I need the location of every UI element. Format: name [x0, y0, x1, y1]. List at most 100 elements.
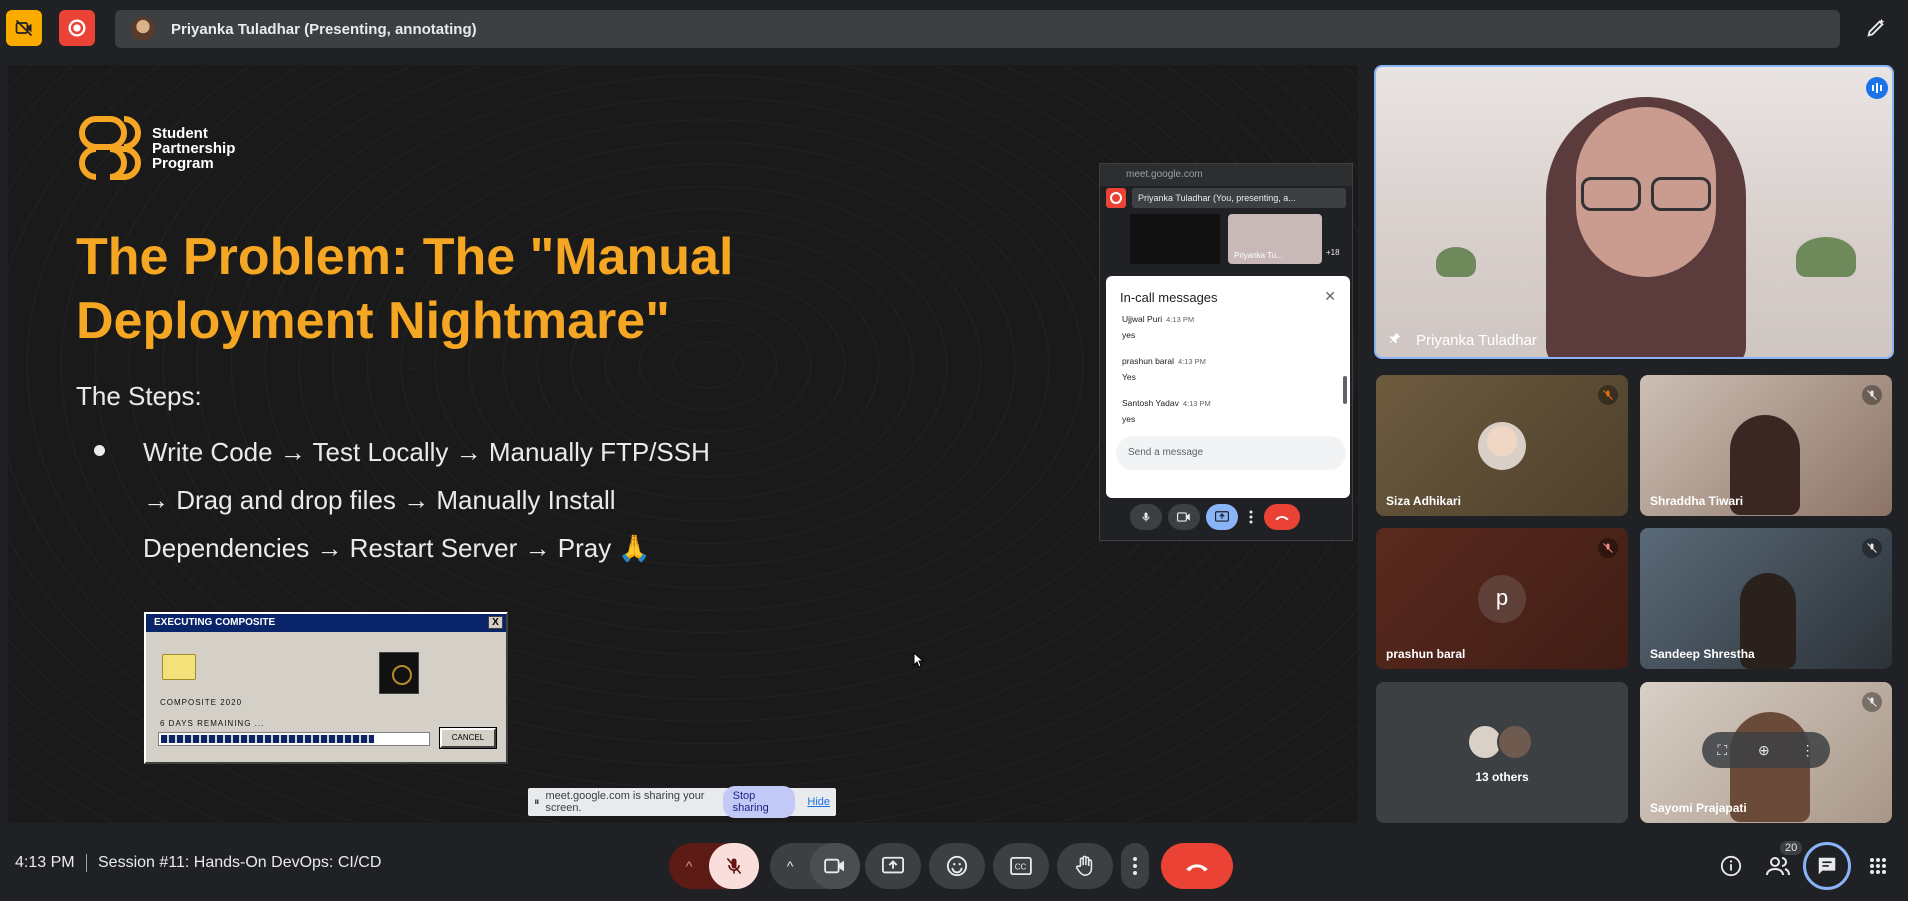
more-options-button[interactable]	[1121, 843, 1149, 889]
screen-share-bar: ⏸ meet.google.com is sharing your screen…	[528, 786, 836, 818]
mini-more-icon	[1244, 504, 1258, 530]
others-count: 13 others	[1475, 770, 1529, 784]
raise-hand-button[interactable]	[1057, 843, 1113, 889]
folder-icon	[162, 654, 196, 680]
mini-thumb-count: +18	[1326, 248, 1340, 257]
mic-off-icon	[1862, 692, 1882, 712]
captions-icon: CC	[1010, 857, 1032, 875]
mini-thumb-name: Priyanka Tu...	[1234, 251, 1283, 260]
camera-control: ^	[770, 843, 860, 889]
popup-composite-text: COMPOSITE 2020	[160, 698, 243, 707]
emoji-icon	[946, 855, 968, 877]
popup-title: EXECUTING COMPOSITE X	[146, 614, 506, 632]
participant-name: Siza Adhikari	[1386, 494, 1461, 508]
slide-title: The Problem: The "Manual Deployment Nigh…	[76, 225, 836, 353]
recording-icon[interactable]	[59, 10, 95, 46]
mini-end-call-icon	[1264, 504, 1300, 530]
plant-left	[1436, 247, 1476, 277]
chat-button[interactable]	[1803, 842, 1851, 890]
hide-button[interactable]: Hide	[807, 796, 830, 808]
participant-tile[interactable]: Shraddha Tiwari	[1640, 375, 1892, 516]
participant-name: Shraddha Tiwari	[1650, 494, 1744, 508]
mini-meet-window: meet.google.com Priyanka Tuladhar (You, …	[1099, 163, 1353, 541]
activities-button[interactable]	[1862, 850, 1894, 882]
leave-call-button[interactable]	[1161, 843, 1233, 889]
mini-camera-icon	[1168, 504, 1200, 530]
mini-mic-icon	[1130, 504, 1162, 530]
bullet-line-3: Dependencies → Restart Server → Pray 🙏	[143, 533, 651, 563]
annotate-pen-icon[interactable]	[1858, 10, 1894, 46]
participant-name: Sandeep Shrestha	[1650, 647, 1755, 661]
mini-slide-thumb	[1130, 214, 1220, 264]
presenter-avatar	[131, 17, 155, 41]
add-tile-icon[interactable]: ⊕	[1758, 742, 1770, 759]
top-bar: Priyanka Tuladhar (Presenting, annotatin…	[0, 0, 1908, 58]
captions-button[interactable]: CC	[993, 843, 1049, 889]
participant-avatar: p	[1478, 575, 1526, 623]
camera-off-icon[interactable]	[6, 10, 42, 46]
chat-icon	[1818, 857, 1836, 875]
pause-icon: ⏸	[534, 795, 540, 808]
more-vert-icon[interactable]: ⋮	[1801, 742, 1815, 759]
presenter-glasses-right	[1651, 177, 1711, 211]
chat-author: Ujjwal Puri	[1122, 314, 1163, 324]
mini-url: meet.google.com	[1126, 169, 1203, 180]
chat-author: prashun baral	[1122, 356, 1174, 366]
chat-time: 4:13 PM	[1177, 357, 1206, 366]
spp-logo-text: Student Partnership Program	[152, 126, 235, 171]
chat-time: 4:13 PM	[1182, 399, 1211, 408]
others-tile[interactable]: 13 others	[1376, 682, 1628, 823]
camera-options-chevron-icon[interactable]: ^	[770, 858, 810, 874]
logo-line-2: Partnership	[152, 139, 236, 157]
frame-icon[interactable]: ⛶	[1717, 742, 1727, 759]
stop-sharing-button[interactable]: Stop sharing	[722, 786, 796, 818]
mini-presenter-bar: Priyanka Tuladhar (You, presenting, a...	[1132, 188, 1346, 208]
mic-off-icon	[1862, 538, 1882, 558]
camera-button[interactable]	[810, 843, 860, 889]
info-icon	[1720, 855, 1742, 877]
participant-avatar	[1478, 422, 1526, 470]
popup-logo-image	[379, 652, 419, 694]
bullet-dot	[94, 445, 105, 456]
slide-title-line-1: The Problem: The "Manual	[76, 228, 734, 286]
bullet-line-2: → Drag and drop files → Manually Install	[143, 485, 616, 515]
presenter-video-tile[interactable]: Priyanka Tuladhar	[1374, 65, 1894, 359]
mini-presenter-row: Priyanka Tuladhar (You, presenting, a...	[1100, 186, 1352, 210]
participant-tile[interactable]: Siza Adhikari	[1376, 375, 1628, 516]
chat-time: 4:13 PM	[1166, 315, 1195, 324]
mini-presenter-thumb: Priyanka Tu...	[1228, 214, 1322, 264]
slide-bullet: Write Code → Test Locally → Manually FTP…	[143, 428, 803, 572]
popup-title-text: EXECUTING COMPOSITE	[154, 617, 276, 628]
share-message: meet.google.com is sharing your screen.	[545, 790, 705, 814]
mini-present-icon	[1206, 504, 1238, 530]
executing-composite-image: EXECUTING COMPOSITE X COMPOSITE 2020 6 D…	[144, 612, 508, 764]
participant-tile[interactable]: Sandeep Shrestha	[1640, 528, 1892, 669]
popup-close-icon: X	[488, 616, 503, 629]
mini-presenter-label: Priyanka Tuladhar (You, presenting, a...	[1138, 193, 1296, 203]
presenter-bar[interactable]: Priyanka Tuladhar (Presenting, annotatin…	[115, 10, 1840, 48]
participant-tile[interactable]: ⛶ ⊕ ⋮ Sayomi Prajapati	[1640, 682, 1892, 823]
popup-progress-fill	[161, 735, 374, 743]
chat-scrollbar	[1343, 376, 1347, 404]
plant-right	[1796, 237, 1856, 277]
mic-control: ^	[669, 843, 759, 889]
chat-message: prashun baral 4:13 PM Yes	[1122, 356, 1206, 382]
popup-days-text: 6 DAYS REMAINING ...	[160, 719, 265, 728]
spp-logo-icon	[76, 115, 144, 181]
chat-author: Santosh Yadav	[1122, 398, 1179, 408]
mic-off-icon	[726, 857, 742, 875]
shared-screen: Student Partnership Program The Problem:…	[8, 65, 1358, 823]
emoji-button[interactable]	[929, 843, 985, 889]
chat-close-icon: ✕	[1324, 288, 1336, 304]
participant-tile[interactable]: p prashun baral	[1376, 528, 1628, 669]
camera-icon	[824, 858, 844, 874]
present-screen-icon	[882, 856, 904, 874]
mic-off-icon	[1862, 385, 1882, 405]
present-button[interactable]	[865, 843, 921, 889]
others-avatar	[1497, 724, 1533, 760]
spp-logo: Student Partnership Program	[76, 115, 235, 181]
mini-thumbnails: Priyanka Tu... +18	[1100, 210, 1352, 266]
meeting-details-button[interactable]	[1715, 850, 1747, 882]
mic-off-button[interactable]	[709, 843, 759, 889]
mic-options-chevron-icon[interactable]: ^	[669, 858, 709, 874]
